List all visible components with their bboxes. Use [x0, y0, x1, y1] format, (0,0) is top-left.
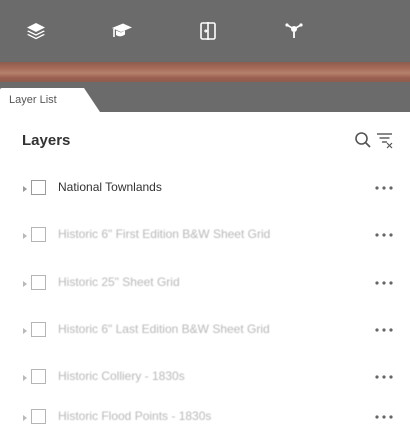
layer-visibility-checkbox[interactable]: [31, 275, 46, 290]
layer-label: Historic Colliery - 1830s: [58, 369, 185, 383]
layer-label: Historic 25" Sheet Grid: [58, 275, 180, 289]
layer-label: Historic 6" Last Edition B&W Sheet Grid: [58, 322, 270, 336]
network-tool-button[interactable]: [264, 0, 324, 62]
layer-visibility-checkbox[interactable]: [31, 369, 46, 384]
layer-row[interactable]: Historic 25" Sheet Grid: [0, 271, 410, 299]
filter-icon[interactable]: [375, 130, 395, 150]
panel-title: Layers: [22, 132, 71, 149]
network-node-icon: [285, 23, 303, 38]
widget-toolbar: [0, 0, 410, 62]
layer-row[interactable]: Historic Flood Points - 1830s: [0, 405, 410, 433]
layers-icon: [27, 23, 45, 40]
tab-layer-list[interactable]: Layer List: [0, 88, 84, 112]
graduation-cap-icon: [112, 23, 132, 37]
search-icon[interactable]: [353, 130, 373, 150]
expand-arrow-icon[interactable]: [23, 375, 27, 381]
layer-label: National Townlands: [58, 180, 162, 194]
split-view-icon: [200, 22, 216, 40]
tab-corner: [84, 88, 100, 112]
expand-arrow-icon[interactable]: [23, 281, 27, 287]
layer-row[interactable]: Historic Colliery - 1830s: [0, 365, 410, 393]
layer-row[interactable]: Historic 6" Last Edition B&W Sheet Grid: [0, 318, 410, 346]
expand-arrow-icon[interactable]: [23, 415, 27, 421]
more-options-icon[interactable]: [374, 328, 394, 332]
expand-arrow-icon[interactable]: [23, 186, 27, 192]
expand-arrow-icon[interactable]: [23, 328, 27, 334]
layer-visibility-checkbox[interactable]: [31, 322, 46, 337]
more-options-icon[interactable]: [374, 186, 394, 190]
layer-row[interactable]: Historic 6" First Edition B&W Sheet Grid: [0, 223, 410, 251]
layer-visibility-checkbox[interactable]: [31, 409, 46, 424]
swipe-tool-button[interactable]: [178, 0, 238, 62]
layer-visibility-checkbox[interactable]: [31, 180, 46, 195]
more-options-icon[interactable]: [374, 375, 394, 379]
layer-label: Historic 6" First Edition B&W Sheet Grid: [58, 227, 271, 241]
more-options-icon[interactable]: [374, 233, 394, 237]
more-options-icon[interactable]: [374, 415, 394, 419]
header-banner: [0, 62, 410, 82]
expand-arrow-icon[interactable]: [23, 233, 27, 239]
education-tool-button[interactable]: [92, 0, 152, 62]
layers-panel-header: Layers: [0, 112, 410, 164]
more-options-icon[interactable]: [374, 281, 394, 285]
layer-row[interactable]: National Townlands: [0, 176, 410, 204]
layer-visibility-checkbox[interactable]: [31, 227, 46, 242]
layer-list-tool-button[interactable]: [6, 0, 66, 62]
layer-label: Historic Flood Points - 1830s: [58, 409, 212, 423]
